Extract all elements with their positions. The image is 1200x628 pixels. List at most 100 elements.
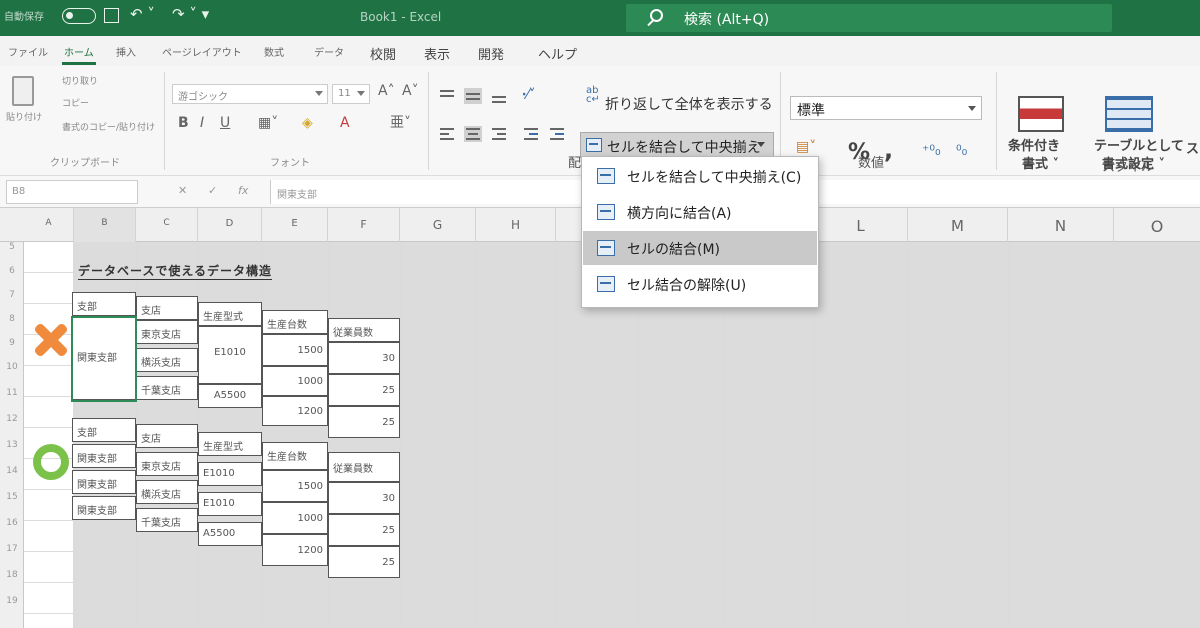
table-header-cell[interactable]: 従業員数 (328, 318, 400, 342)
column-header[interactable]: E (262, 208, 328, 242)
border-icon[interactable]: ▦˅ (258, 116, 278, 130)
table-cell[interactable]: 1500 (262, 470, 328, 502)
wrap-text-button[interactable]: 折り返して全体を表示する (605, 94, 773, 114)
underline-icon[interactable]: U (220, 116, 230, 130)
table-header-cell[interactable]: 支店 (136, 296, 198, 320)
menu-item-merge-across[interactable]: 横方向に結合(A) (583, 195, 817, 229)
cancel-icon[interactable]: ✕ (178, 184, 187, 197)
font-name-select[interactable]: 游ゴシック (172, 84, 328, 104)
table-cell[interactable]: 1000 (262, 502, 328, 534)
table-cell[interactable]: E1010 (198, 462, 262, 486)
name-box[interactable]: B8 (6, 180, 138, 204)
row-header[interactable]: 5 (0, 242, 24, 252)
column-header[interactable]: O (1114, 208, 1200, 242)
tab-formulas[interactable]: 数式 (264, 44, 284, 59)
row-header[interactable]: 7 (0, 290, 24, 300)
tab-data[interactable]: データ (314, 44, 344, 59)
table-cell[interactable]: 千葉支店 (136, 376, 198, 400)
align-center-icon[interactable] (464, 126, 482, 142)
column-header[interactable]: H (476, 208, 556, 242)
wrap-text-icon[interactable]: abc↵ (586, 86, 600, 104)
align-right-icon[interactable] (490, 126, 508, 142)
undo-icon[interactable]: ↶ ˅ (130, 5, 155, 23)
table-header-cell[interactable]: 支部 (72, 292, 136, 316)
format-painter-button[interactable]: 書式のコピー/貼り付け (62, 120, 155, 133)
row-header[interactable]: 16 (0, 518, 24, 528)
shrink-font-icon[interactable]: A˅ (402, 84, 419, 98)
font-size-select[interactable]: 11 (332, 84, 370, 104)
insert-function-icon[interactable]: fx (238, 184, 248, 197)
chevron-down-icon[interactable] (757, 142, 765, 147)
autosave-toggle[interactable] (62, 8, 96, 24)
increase-decimal-icon[interactable]: ⁺⁰₀ (922, 144, 941, 158)
save-icon[interactable] (104, 8, 119, 23)
menu-item-merge-center[interactable]: セルを結合して中央揃え(C) (583, 159, 817, 193)
font-color-icon[interactable]: A (340, 116, 350, 130)
align-middle-icon[interactable] (464, 88, 482, 104)
row-header[interactable]: 17 (0, 544, 24, 554)
column-header[interactable]: F (328, 208, 400, 242)
menu-item-unmerge[interactable]: セル結合の解除(U) (583, 267, 817, 301)
tab-file[interactable]: ファイル (8, 44, 48, 59)
table-cell[interactable]: 千葉支店 (136, 508, 198, 532)
decrease-decimal-icon[interactable]: ⁰₀ (956, 144, 967, 158)
enter-icon[interactable]: ✓ (208, 184, 217, 197)
format-as-table-icon[interactable] (1105, 96, 1153, 132)
tab-developer[interactable]: 開発 (478, 44, 504, 63)
increase-indent-icon[interactable] (548, 126, 566, 142)
column-header[interactable]: B (74, 208, 136, 242)
decrease-indent-icon[interactable] (522, 126, 540, 142)
table-header-cell[interactable]: 生産台数 (262, 310, 328, 334)
row-header[interactable]: 19 (0, 596, 24, 606)
align-top-icon[interactable] (438, 88, 456, 104)
table-cell[interactable]: 30 (328, 342, 400, 374)
tab-home[interactable]: ホーム (64, 44, 94, 59)
row-header[interactable]: 10 (0, 362, 24, 372)
table-cell[interactable]: 横浜支店 (136, 348, 198, 372)
column-header[interactable]: M (908, 208, 1008, 242)
cut-button[interactable]: 切り取り (62, 74, 98, 87)
row-header[interactable]: 18 (0, 570, 24, 580)
column-header[interactable]: A (24, 208, 74, 242)
table-cell[interactable]: 1500 (262, 334, 328, 366)
row-header[interactable]: 9 (0, 338, 24, 348)
orientation-icon[interactable]: ꞏ⁄˅ (522, 88, 536, 102)
table-header-cell[interactable]: 支部 (72, 418, 136, 442)
comma-style-icon[interactable]: , (884, 136, 893, 164)
paste-icon[interactable] (12, 76, 34, 106)
tab-view[interactable]: 表示 (424, 44, 450, 63)
table-header-cell[interactable]: 生産型式 (198, 432, 262, 456)
table-cell[interactable]: 東京支店 (136, 452, 198, 476)
menu-item-merge-cells[interactable]: セルの結合(M) (583, 231, 817, 265)
tab-page-layout[interactable]: ページレイアウト (162, 44, 242, 59)
table-cell[interactable]: 25 (328, 514, 400, 546)
search-box[interactable]: 検索 (Alt+Q) (626, 4, 1112, 32)
table-header-cell[interactable]: 生産型式 (198, 302, 262, 326)
table-header-cell[interactable]: 従業員数 (328, 452, 400, 482)
phonetic-icon[interactable]: 亜˅ (390, 116, 411, 130)
copy-button[interactable]: コピー (62, 96, 89, 109)
align-bottom-icon[interactable] (490, 88, 508, 104)
conditional-format-icon[interactable] (1018, 96, 1064, 132)
table-cell[interactable]: 1200 (262, 396, 328, 426)
table-cell[interactable]: 横浜支店 (136, 480, 198, 504)
table-cell[interactable]: 25 (328, 406, 400, 438)
table-header-cell[interactable]: 支店 (136, 424, 198, 448)
merged-model-cell[interactable]: E1010 (198, 326, 262, 384)
row-header[interactable]: 11 (0, 388, 24, 398)
row-header[interactable]: 14 (0, 466, 24, 476)
row-header[interactable]: 8 (0, 314, 24, 324)
table-cell[interactable]: 30 (328, 482, 400, 514)
row-header[interactable]: 13 (0, 440, 24, 450)
table-cell[interactable]: E1010 (198, 492, 262, 516)
column-header[interactable]: L (814, 208, 908, 242)
merge-center-button[interactable]: セルを結合して中央揃え (580, 132, 774, 158)
row-header[interactable]: 6 (0, 266, 24, 276)
column-header[interactable]: D (198, 208, 262, 242)
row-header[interactable]: 12 (0, 414, 24, 424)
column-header[interactable]: C (136, 208, 198, 242)
currency-icon[interactable]: ▤˅ (796, 140, 816, 154)
table-cell[interactable]: 1000 (262, 366, 328, 396)
row-header[interactable]: 15 (0, 492, 24, 502)
table-cell[interactable]: 関東支部 (72, 444, 136, 468)
